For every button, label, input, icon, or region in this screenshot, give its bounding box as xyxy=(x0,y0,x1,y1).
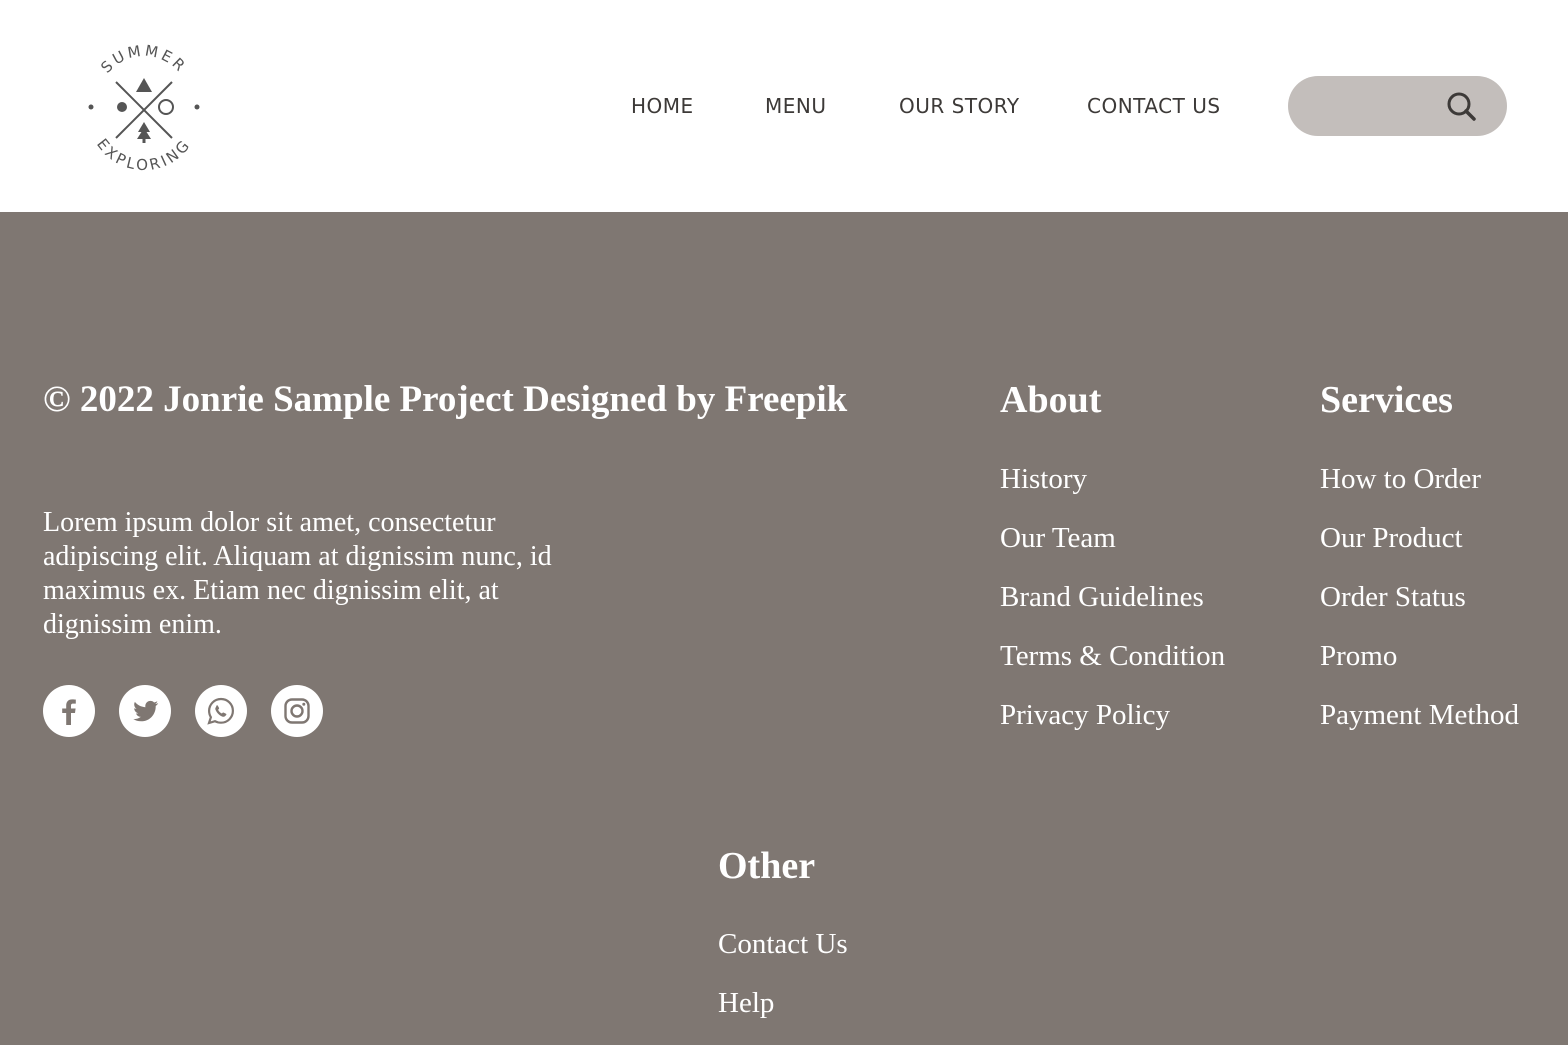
nav-menu[interactable]: MENU xyxy=(765,94,827,118)
whatsapp-link[interactable] xyxy=(195,685,247,737)
nav-our-story[interactable]: OUR STORY xyxy=(899,94,1020,118)
about-link-terms[interactable]: Terms & Condition xyxy=(1000,639,1225,698)
search-icon xyxy=(1447,92,1476,121)
other-links: Contact Us Help xyxy=(718,927,848,1045)
about-link-brand-guidelines[interactable]: Brand Guidelines xyxy=(1000,580,1225,639)
services-link-promo[interactable]: Promo xyxy=(1320,639,1519,698)
twitter-link[interactable] xyxy=(119,685,171,737)
svg-text:SUMMER: SUMMER xyxy=(97,42,190,77)
site-header: SUMMER EXPLORING HOME MENU OUR STORY CON… xyxy=(0,0,1568,212)
services-link-our-product[interactable]: Our Product xyxy=(1320,521,1519,580)
about-heading: About xyxy=(1000,379,1102,421)
search-input[interactable] xyxy=(1312,76,1456,138)
search-box xyxy=(1288,76,1507,138)
services-links: How to Order Our Product Order Status Pr… xyxy=(1320,462,1519,757)
footer-blurb: Lorem ipsum dolor sit amet, consectetur … xyxy=(43,507,552,640)
instagram-link[interactable] xyxy=(271,685,323,737)
other-heading: Other xyxy=(718,845,816,887)
services-link-how-to-order[interactable]: How to Order xyxy=(1320,462,1519,521)
facebook-link[interactable] xyxy=(43,685,95,737)
about-link-our-team[interactable]: Our Team xyxy=(1000,521,1225,580)
nav-home[interactable]: HOME xyxy=(631,94,694,118)
twitter-icon xyxy=(133,700,159,722)
about-link-history[interactable]: History xyxy=(1000,462,1225,521)
services-link-payment-method[interactable]: Payment Method xyxy=(1320,698,1519,757)
services-heading: Services xyxy=(1320,379,1453,421)
search-button[interactable] xyxy=(1442,88,1482,124)
other-link-help[interactable]: Help xyxy=(718,986,848,1045)
facebook-icon xyxy=(62,699,76,725)
services-link-order-status[interactable]: Order Status xyxy=(1320,580,1519,639)
summer-exploring-logo[interactable]: SUMMER EXPLORING xyxy=(80,40,208,172)
nav-contact-us[interactable]: CONTACT US xyxy=(1087,94,1221,118)
copyright-text: © 2022 Jonrie Sample Project Designed by… xyxy=(43,379,848,420)
social-links xyxy=(43,685,323,737)
whatsapp-icon xyxy=(207,697,235,725)
other-link-contact-us[interactable]: Contact Us xyxy=(718,927,848,986)
about-links: History Our Team Brand Guidelines Terms … xyxy=(1000,462,1225,757)
about-link-privacy-policy[interactable]: Privacy Policy xyxy=(1000,698,1225,757)
instagram-icon xyxy=(284,698,310,724)
